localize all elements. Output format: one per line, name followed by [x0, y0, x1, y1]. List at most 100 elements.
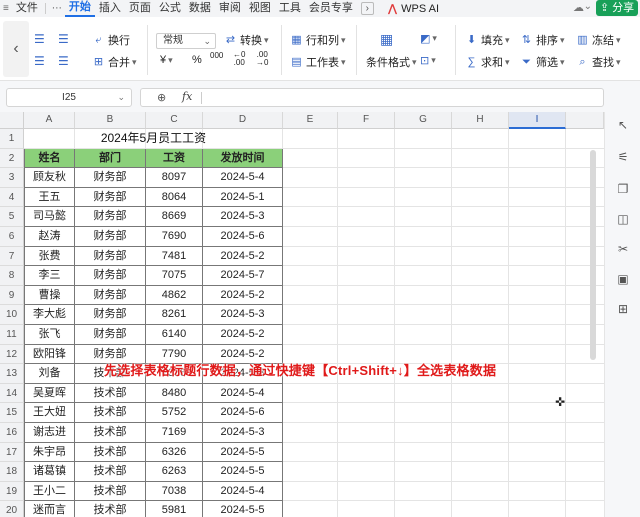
row-header[interactable]: 13: [0, 364, 24, 384]
column-header-b[interactable]: B: [75, 112, 146, 129]
thousands-separator-icon[interactable]: 000: [210, 52, 223, 60]
table-cell[interactable]: 李三: [24, 266, 75, 286]
table-cell[interactable]: 财务部: [75, 168, 146, 188]
table-cell[interactable]: 2024-5-1: [203, 187, 283, 208]
table-cell[interactable]: 技术部: [75, 501, 146, 517]
row-header[interactable]: 19: [0, 481, 24, 502]
chevron-right-icon[interactable]: ›: [360, 2, 374, 15]
chart-icon[interactable]: ◫: [615, 212, 631, 226]
table-header-cell[interactable]: 部门: [75, 148, 146, 169]
tools-icon[interactable]: ✂: [615, 242, 631, 256]
menu-data[interactable]: 数据: [185, 0, 215, 17]
column-header-g[interactable]: G: [395, 112, 452, 129]
table-cell[interactable]: 7169: [146, 423, 203, 443]
table-cell[interactable]: 谢志进: [24, 423, 75, 443]
table-cell[interactable]: 张飞: [24, 325, 75, 345]
table-cell[interactable]: 2024-5-5: [203, 442, 283, 463]
table-cell[interactable]: 曹操: [24, 285, 75, 306]
table-cell[interactable]: 4862: [146, 285, 203, 306]
table-cell[interactable]: 2024-5-4: [203, 383, 283, 404]
menu-insert[interactable]: 插入: [95, 0, 125, 17]
row-header[interactable]: 15: [0, 403, 24, 423]
copy-icon[interactable]: ❐: [615, 182, 631, 196]
wps-ai-button[interactable]: ⋀ WPS AI: [388, 2, 439, 16]
select-all-corner[interactable]: [0, 112, 24, 129]
align-justify-icon[interactable]: ☰: [58, 54, 69, 68]
table-cell[interactable]: 5752: [146, 403, 203, 423]
table-cell[interactable]: 王五: [24, 187, 75, 208]
table-cell[interactable]: 2024-5-3: [203, 305, 283, 325]
column-header-i[interactable]: I: [509, 112, 566, 129]
table-cell[interactable]: 7075: [146, 266, 203, 286]
increase-decimal-icon[interactable]: ←0.00: [233, 51, 245, 67]
table-cell[interactable]: 2024-5-5: [203, 501, 283, 517]
menu-tools[interactable]: 工具: [275, 0, 305, 17]
table-cell[interactable]: 诸葛镇: [24, 462, 75, 482]
table-cell[interactable]: 6326: [146, 442, 203, 463]
table-cell[interactable]: 吴夏晖: [24, 383, 75, 404]
table-cell[interactable]: 李大彪: [24, 305, 75, 325]
table-cell[interactable]: 8097: [146, 168, 203, 188]
cell-name-box[interactable]: I25 ⌄: [6, 88, 132, 107]
grid-icon[interactable]: ⊞: [615, 302, 631, 316]
table-cell[interactable]: 2024-5-2: [203, 285, 283, 306]
table-cell[interactable]: 2024-5-7: [203, 266, 283, 286]
table-cell[interactable]: 8480: [146, 383, 203, 404]
table-cell[interactable]: 财务部: [75, 325, 146, 345]
table-cell[interactable]: 司马懿: [24, 207, 75, 227]
table-cell[interactable]: 2024-5-3: [203, 423, 283, 443]
hamburger-menu-icon[interactable]: ≡: [0, 3, 12, 14]
align-bottom-icon[interactable]: ☰: [34, 54, 45, 68]
table-cell[interactable]: 2024-5-6: [203, 227, 283, 247]
table-cell[interactable]: 技术部: [75, 403, 146, 423]
table-cell[interactable]: 财务部: [75, 305, 146, 325]
table-cell[interactable]: 迷而言: [24, 501, 75, 517]
align-indent-icon[interactable]: ☰: [58, 32, 69, 46]
select-cursor-icon[interactable]: ↖: [615, 118, 631, 132]
table-cell[interactable]: 技术部: [75, 442, 146, 463]
row-header[interactable]: 3: [0, 168, 24, 188]
table-cell[interactable]: 8064: [146, 187, 203, 208]
wrap-text-button[interactable]: ⤶ 换行: [92, 32, 130, 48]
table-cell[interactable]: 朱宇昂: [24, 442, 75, 463]
find-button[interactable]: ⌕ 查找 ▾: [576, 54, 620, 70]
table-cell[interactable]: 刘备: [24, 364, 75, 384]
vertical-scrollbar[interactable]: [590, 150, 596, 360]
menu-member[interactable]: 会员专享: [305, 0, 357, 17]
sum-button[interactable]: ∑ 求和 ▾: [465, 54, 510, 70]
table-cell[interactable]: 7690: [146, 227, 203, 247]
more-icon[interactable]: ⋯: [49, 3, 65, 14]
freeze-button[interactable]: ▥ 冻结 ▾: [576, 32, 620, 48]
column-header-c[interactable]: C: [146, 112, 203, 129]
row-header[interactable]: 6: [0, 227, 24, 247]
table-cell[interactable]: 张费: [24, 246, 75, 267]
table-cell[interactable]: 技术部: [75, 383, 146, 404]
table-header-cell[interactable]: 姓名: [24, 148, 75, 169]
convert-button[interactable]: ⇄ 转换 ▾: [224, 32, 269, 48]
number-format-select[interactable]: 常规 ⌄: [156, 33, 216, 49]
decrease-decimal-icon[interactable]: .00 →0: [256, 51, 268, 67]
table-cell[interactable]: 技术部: [75, 462, 146, 482]
table-cell[interactable]: 6140: [146, 325, 203, 345]
fill-button[interactable]: ⬇ 填充 ▾: [465, 32, 510, 48]
row-header[interactable]: 1: [0, 129, 24, 149]
function-icon[interactable]: fx: [182, 90, 192, 103]
table-cell[interactable]: 2024-5-6: [203, 403, 283, 423]
table-title[interactable]: 2024年5月员工工资: [24, 129, 283, 149]
table-cell[interactable]: 财务部: [75, 187, 146, 208]
share-button[interactable]: ⇪ 分享: [596, 0, 638, 16]
cell-style-icon[interactable]: ◩ ▾: [420, 32, 437, 45]
row-header[interactable]: 20: [0, 501, 24, 517]
column-header-h[interactable]: H: [452, 112, 509, 129]
row-header[interactable]: 4: [0, 187, 24, 208]
menu-view[interactable]: 视图: [245, 0, 275, 17]
table-cell[interactable]: 财务部: [75, 266, 146, 286]
table-cell[interactable]: 王小二: [24, 481, 75, 502]
table-cell[interactable]: 财务部: [75, 285, 146, 306]
table-cell[interactable]: 欧阳锋: [24, 344, 75, 365]
table-cell[interactable]: 8669: [146, 207, 203, 227]
row-header[interactable]: 16: [0, 423, 24, 443]
row-header[interactable]: 2: [0, 148, 24, 169]
conditional-format-icon[interactable]: ▦: [380, 31, 393, 48]
table-cell[interactable]: 7038: [146, 481, 203, 502]
